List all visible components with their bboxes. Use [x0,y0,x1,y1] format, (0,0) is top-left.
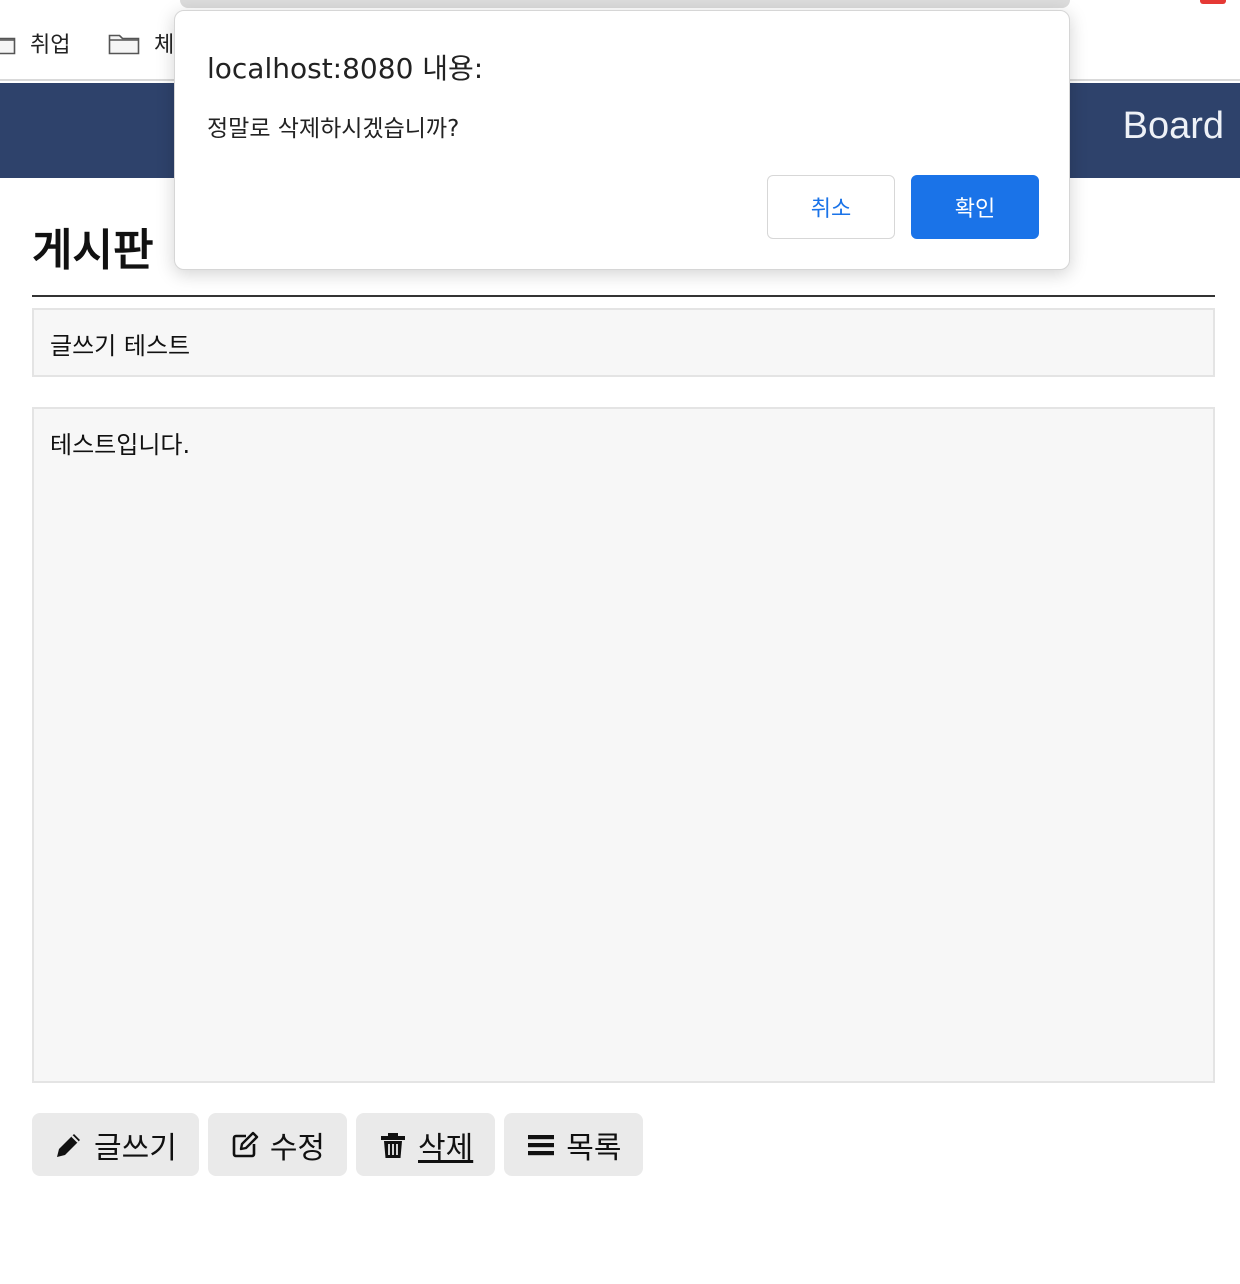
write-label: 글쓰기 [94,1130,177,1166]
bookmark-folder-2[interactable]: 체 [108,28,174,58]
brand-link[interactable]: Board [1123,105,1224,148]
confirm-dialog: localhost:8080 내용: 정말로 삭제하시겠습니까? 취소 확인 [174,10,1070,270]
title-divider [32,295,1215,297]
delete-label: 삭제 [418,1130,474,1166]
bookmark-label: 체 [154,33,175,58]
folder-icon [0,31,16,55]
list-icon [526,1130,556,1160]
trash-icon [378,1130,408,1160]
pencil-icon [54,1130,84,1160]
edit-button[interactable]: 수정 [207,1113,348,1176]
extension-badge [1200,0,1226,4]
page-title: 게시판 [32,225,154,276]
tab-strip-edge [180,0,1070,8]
edit-label: 수정 [269,1130,326,1166]
cancel-button[interactable]: 취소 [767,175,895,239]
post-content: 테스트입니다. [32,407,1215,1083]
confirm-button[interactable]: 확인 [911,175,1039,239]
dialog-title: localhost:8080 내용: [207,52,484,85]
write-button[interactable]: 글쓰기 [32,1113,199,1176]
bookmark-label: 취업 [30,33,71,58]
bookmark-folder-1[interactable]: 취업 [0,28,70,58]
delete-button[interactable]: 삭제 [356,1113,496,1176]
edit-icon [230,1130,260,1160]
list-button[interactable]: 목록 [504,1113,644,1176]
action-buttons: 글쓰기 수정 삭제 목록 [32,1113,644,1176]
folder-icon [108,31,140,55]
list-label: 목록 [566,1130,622,1166]
post-subject: 글쓰기 테스트 [32,308,1215,377]
dialog-message: 정말로 삭제하시겠습니까? [207,116,460,142]
